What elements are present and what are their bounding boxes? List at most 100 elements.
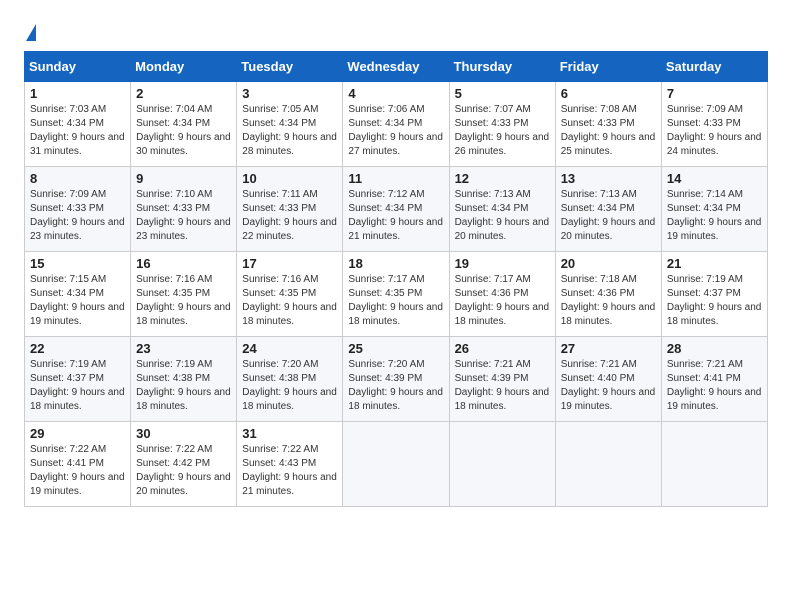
cell-content: Sunrise: 7:17 AMSunset: 4:35 PMDaylight:… — [348, 273, 443, 329]
calendar-cell: 13 Sunrise: 7:13 AMSunset: 4:34 PMDayligh… — [555, 167, 661, 252]
header-monday: Monday — [131, 52, 237, 82]
calendar-header-row: SundayMondayTuesdayWednesdayThursdayFrid… — [25, 52, 768, 82]
calendar-cell: 8 Sunrise: 7:09 AMSunset: 4:33 PMDaylight… — [25, 167, 131, 252]
day-number: 14 — [667, 171, 762, 186]
calendar-cell: 12 Sunrise: 7:13 AMSunset: 4:34 PMDayligh… — [449, 167, 555, 252]
day-number: 15 — [30, 256, 125, 271]
cell-content: Sunrise: 7:13 AMSunset: 4:34 PMDaylight:… — [561, 188, 656, 244]
day-number: 16 — [136, 256, 231, 271]
cell-content: Sunrise: 7:21 AMSunset: 4:40 PMDaylight:… — [561, 358, 656, 414]
calendar-cell: 31 Sunrise: 7:22 AMSunset: 4:43 PMDayligh… — [237, 422, 343, 507]
day-number: 29 — [30, 426, 125, 441]
calendar-week-row: 1 Sunrise: 7:03 AMSunset: 4:34 PMDaylight… — [25, 82, 768, 167]
calendar-cell: 26 Sunrise: 7:21 AMSunset: 4:39 PMDayligh… — [449, 337, 555, 422]
cell-content: Sunrise: 7:12 AMSunset: 4:34 PMDaylight:… — [348, 188, 443, 244]
cell-content: Sunrise: 7:21 AMSunset: 4:41 PMDaylight:… — [667, 358, 762, 414]
cell-content: Sunrise: 7:14 AMSunset: 4:34 PMDaylight:… — [667, 188, 762, 244]
day-number: 20 — [561, 256, 656, 271]
cell-content: Sunrise: 7:22 AMSunset: 4:43 PMDaylight:… — [242, 443, 337, 499]
logo-triangle-icon — [26, 24, 36, 41]
header-thursday: Thursday — [449, 52, 555, 82]
day-number: 31 — [242, 426, 337, 441]
header-wednesday: Wednesday — [343, 52, 449, 82]
calendar-cell: 7Sunrise: 7:09 AMSunset: 4:33 PMDaylight… — [661, 82, 767, 167]
calendar-cell: 6 Sunrise: 7:08 AMSunset: 4:33 PMDaylight… — [555, 82, 661, 167]
day-number: 22 — [30, 341, 125, 356]
calendar-cell: 19 Sunrise: 7:17 AMSunset: 4:36 PMDayligh… — [449, 252, 555, 337]
calendar-cell: 18 Sunrise: 7:17 AMSunset: 4:35 PMDayligh… — [343, 252, 449, 337]
cell-content: Sunrise: 7:16 AMSunset: 4:35 PMDaylight:… — [136, 273, 231, 329]
calendar-cell — [555, 422, 661, 507]
calendar-cell: 14 Sunrise: 7:14 AMSunset: 4:34 PMDayligh… — [661, 167, 767, 252]
day-number: 7 — [667, 86, 762, 101]
calendar-cell: 10 Sunrise: 7:11 AMSunset: 4:33 PMDayligh… — [237, 167, 343, 252]
cell-content: Sunrise: 7:20 AMSunset: 4:38 PMDaylight:… — [242, 358, 337, 414]
day-number: 17 — [242, 256, 337, 271]
calendar-week-row: 22 Sunrise: 7:19 AMSunset: 4:37 PMDayligh… — [25, 337, 768, 422]
day-number: 26 — [455, 341, 550, 356]
calendar-cell: 20 Sunrise: 7:18 AMSunset: 4:36 PMDayligh… — [555, 252, 661, 337]
cell-content: Sunrise: 7:21 AMSunset: 4:39 PMDaylight:… — [455, 358, 550, 414]
calendar-week-row: 29 Sunrise: 7:22 AMSunset: 4:41 PMDayligh… — [25, 422, 768, 507]
day-number: 12 — [455, 171, 550, 186]
calendar-cell: 9 Sunrise: 7:10 AMSunset: 4:33 PMDaylight… — [131, 167, 237, 252]
cell-content: Sunrise: 7:07 AMSunset: 4:33 PMDaylight:… — [455, 103, 550, 159]
cell-content: Sunrise: 7:08 AMSunset: 4:33 PMDaylight:… — [561, 103, 656, 159]
day-number: 10 — [242, 171, 337, 186]
calendar-table: SundayMondayTuesdayWednesdayThursdayFrid… — [24, 51, 768, 507]
cell-content: Sunrise: 7:09 AMSunset: 4:33 PMDaylight:… — [30, 188, 125, 244]
day-number: 18 — [348, 256, 443, 271]
cell-content: Sunrise: 7:11 AMSunset: 4:33 PMDaylight:… — [242, 188, 337, 244]
calendar-cell: 16 Sunrise: 7:16 AMSunset: 4:35 PMDayligh… — [131, 252, 237, 337]
calendar-cell: 1 Sunrise: 7:03 AMSunset: 4:34 PMDaylight… — [25, 82, 131, 167]
cell-content: Sunrise: 7:22 AMSunset: 4:42 PMDaylight:… — [136, 443, 231, 499]
calendar-week-row: 15 Sunrise: 7:15 AMSunset: 4:34 PMDayligh… — [25, 252, 768, 337]
cell-content: Sunrise: 7:04 AMSunset: 4:34 PMDaylight:… — [136, 103, 231, 159]
calendar-cell: 3Sunrise: 7:05 AMSunset: 4:34 PMDaylight… — [237, 82, 343, 167]
header-saturday: Saturday — [661, 52, 767, 82]
calendar-cell: 22 Sunrise: 7:19 AMSunset: 4:37 PMDayligh… — [25, 337, 131, 422]
cell-content: Sunrise: 7:17 AMSunset: 4:36 PMDaylight:… — [455, 273, 550, 329]
calendar-cell: 15 Sunrise: 7:15 AMSunset: 4:34 PMDayligh… — [25, 252, 131, 337]
day-number: 28 — [667, 341, 762, 356]
calendar-cell: 11Sunrise: 7:12 AMSunset: 4:34 PMDayligh… — [343, 167, 449, 252]
day-number: 1 — [30, 86, 125, 101]
day-number: 9 — [136, 171, 231, 186]
day-number: 4 — [348, 86, 443, 101]
calendar-cell: 4 Sunrise: 7:06 AMSunset: 4:34 PMDaylight… — [343, 82, 449, 167]
day-number: 21 — [667, 256, 762, 271]
page-header — [24, 20, 768, 41]
cell-content: Sunrise: 7:18 AMSunset: 4:36 PMDaylight:… — [561, 273, 656, 329]
calendar-cell: 5 Sunrise: 7:07 AMSunset: 4:33 PMDaylight… — [449, 82, 555, 167]
cell-content: Sunrise: 7:22 AMSunset: 4:41 PMDaylight:… — [30, 443, 125, 499]
calendar-cell: 25Sunrise: 7:20 AMSunset: 4:39 PMDayligh… — [343, 337, 449, 422]
cell-content: Sunrise: 7:20 AMSunset: 4:39 PMDaylight:… — [348, 358, 443, 414]
day-number: 19 — [455, 256, 550, 271]
calendar-cell: 23 Sunrise: 7:19 AMSunset: 4:38 PMDayligh… — [131, 337, 237, 422]
cell-content: Sunrise: 7:06 AMSunset: 4:34 PMDaylight:… — [348, 103, 443, 159]
cell-content: Sunrise: 7:19 AMSunset: 4:37 PMDaylight:… — [30, 358, 125, 414]
day-number: 6 — [561, 86, 656, 101]
calendar-cell: 27 Sunrise: 7:21 AMSunset: 4:40 PMDayligh… — [555, 337, 661, 422]
cell-content: Sunrise: 7:03 AMSunset: 4:34 PMDaylight:… — [30, 103, 125, 159]
calendar-cell: 28 Sunrise: 7:21 AMSunset: 4:41 PMDayligh… — [661, 337, 767, 422]
calendar-cell: 29 Sunrise: 7:22 AMSunset: 4:41 PMDayligh… — [25, 422, 131, 507]
day-number: 13 — [561, 171, 656, 186]
cell-content: Sunrise: 7:10 AMSunset: 4:33 PMDaylight:… — [136, 188, 231, 244]
day-number: 27 — [561, 341, 656, 356]
calendar-cell — [343, 422, 449, 507]
day-number: 5 — [455, 86, 550, 101]
day-number: 8 — [30, 171, 125, 186]
header-sunday: Sunday — [25, 52, 131, 82]
calendar-cell: 24Sunrise: 7:20 AMSunset: 4:38 PMDayligh… — [237, 337, 343, 422]
logo — [24, 24, 36, 41]
cell-content: Sunrise: 7:19 AMSunset: 4:37 PMDaylight:… — [667, 273, 762, 329]
calendar-cell — [449, 422, 555, 507]
cell-content: Sunrise: 7:13 AMSunset: 4:34 PMDaylight:… — [455, 188, 550, 244]
cell-content: Sunrise: 7:19 AMSunset: 4:38 PMDaylight:… — [136, 358, 231, 414]
cell-content: Sunrise: 7:16 AMSunset: 4:35 PMDaylight:… — [242, 273, 337, 329]
cell-content: Sunrise: 7:05 AMSunset: 4:34 PMDaylight:… — [242, 103, 337, 159]
header-friday: Friday — [555, 52, 661, 82]
day-number: 23 — [136, 341, 231, 356]
cell-content: Sunrise: 7:15 AMSunset: 4:34 PMDaylight:… — [30, 273, 125, 329]
